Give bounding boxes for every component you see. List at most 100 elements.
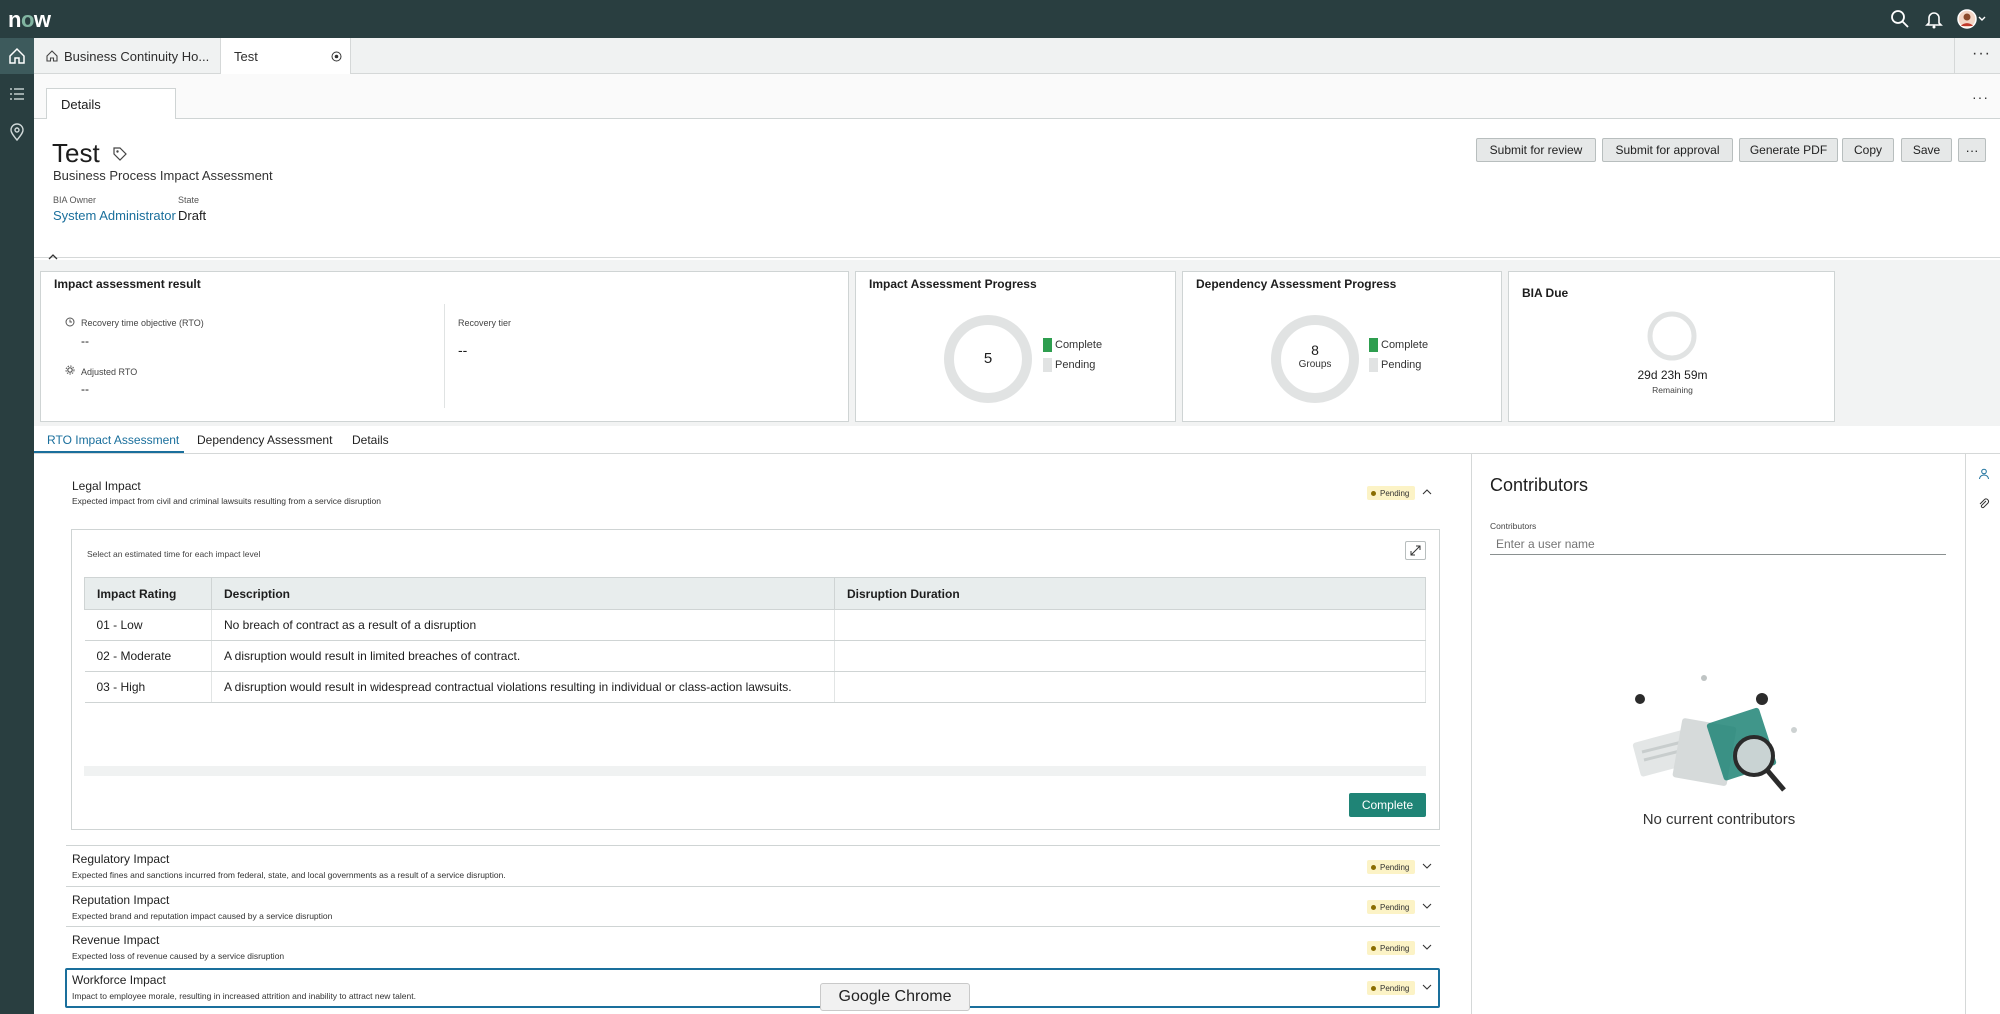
workforce-impact-desc: Impact to employee morale, resulting in …	[72, 991, 416, 1001]
cell-rating: 03 - High	[84, 671, 212, 703]
reputation-impact-title[interactable]: Reputation Impact	[72, 893, 169, 907]
more-tabs-icon[interactable]: ···	[1972, 45, 1991, 63]
donut-center-value: 8	[1311, 342, 1319, 358]
regulatory-impact-desc: Expected fines and sanctions incurred fr…	[72, 870, 506, 880]
person-icon[interactable]	[1978, 468, 1990, 480]
cell-duration[interactable]	[834, 640, 1426, 672]
dependency-progress-card: Dependency Assessment Progress 8 Groups …	[1182, 271, 1502, 422]
tab-dependency-assessment[interactable]: Dependency Assessment	[197, 433, 332, 447]
chevron-down-icon[interactable]	[1421, 941, 1433, 953]
rto-label: Recovery time objective (RTO)	[81, 318, 204, 328]
status-badge: Pending	[1367, 900, 1415, 914]
state-label: State	[178, 195, 200, 205]
chevron-up-icon[interactable]	[1421, 486, 1433, 498]
reputation-impact-desc: Expected brand and reputation impact cau…	[72, 911, 333, 921]
record-type: Business Process Impact Assessment	[53, 168, 273, 183]
list-icon[interactable]	[0, 76, 34, 112]
owner-link[interactable]: System Administrator	[53, 208, 176, 223]
donut-center-sub: Groups	[1298, 359, 1332, 370]
legend-pending: Pending	[1381, 359, 1422, 371]
attachment-icon[interactable]	[1978, 498, 1990, 510]
form-more-icon[interactable]: ···	[1972, 89, 1989, 105]
tag-icon[interactable]	[113, 147, 127, 161]
tab-rto-impact-assessment[interactable]: RTO Impact Assessment	[47, 433, 179, 447]
location-pin-icon[interactable]	[0, 114, 34, 150]
tab-label: Business Continuity Ho...	[64, 48, 210, 64]
card-title: Impact Assessment Progress	[869, 277, 1037, 291]
home-small-icon	[46, 50, 58, 62]
avatar[interactable]	[1957, 9, 1987, 29]
table-row: 01 - Low No breach of contract as a resu…	[84, 609, 1426, 641]
copy-button[interactable]: Copy	[1842, 138, 1894, 162]
cell-duration[interactable]	[834, 671, 1426, 703]
legal-impact-desc: Expected impact from civil and criminal …	[72, 496, 381, 506]
tab-business-continuity[interactable]: Business Continuity Ho...	[34, 38, 221, 74]
card-title: BIA Due	[1522, 286, 1569, 300]
divider	[66, 845, 1440, 846]
tab-label: Test	[234, 48, 258, 64]
bell-icon[interactable]	[1924, 9, 1944, 29]
cell-rating: 01 - Low	[84, 609, 212, 641]
adjusted-rto-label: Adjusted RTO	[81, 367, 138, 377]
countdown-ring	[1647, 311, 1697, 361]
card-title: Dependency Assessment Progress	[1196, 277, 1397, 291]
rto-value: --	[81, 334, 89, 348]
now-logo[interactable]: now	[8, 7, 51, 33]
legend-pending-swatch	[1043, 358, 1052, 372]
left-nav-rail	[0, 38, 34, 1014]
workspace-tab-bar: Business Continuity Ho... Test ···	[34, 38, 2000, 74]
header-divider	[34, 257, 2000, 258]
submit-for-review-button[interactable]: Submit for review	[1476, 138, 1596, 162]
empty-state-text: No current contributors	[1642, 811, 1796, 828]
card-title: Impact assessment result	[54, 277, 201, 291]
home-icon[interactable]	[0, 38, 34, 74]
workforce-impact-row[interactable]	[65, 968, 1440, 1008]
cell-duration[interactable]	[834, 609, 1426, 641]
empty-state-illustration	[1632, 675, 1797, 792]
more-actions-button[interactable]: ···	[1958, 138, 1986, 162]
tab-details-lower[interactable]: Details	[352, 433, 389, 447]
search-icon[interactable]	[1890, 9, 1910, 29]
divider	[444, 304, 445, 408]
scroll-track[interactable]	[84, 766, 1426, 776]
recovery-tier-value: --	[458, 342, 468, 358]
revenue-impact-title[interactable]: Revenue Impact	[72, 933, 159, 947]
generate-pdf-button[interactable]: Generate PDF	[1739, 138, 1838, 162]
clock-icon	[65, 317, 75, 327]
due-remaining-label: Remaining	[1652, 385, 1693, 395]
impact-result-card: Impact assessment result Recovery time o…	[40, 271, 849, 422]
divider	[66, 886, 1440, 887]
submit-for-approval-button[interactable]: Submit for approval	[1602, 138, 1733, 162]
legend-complete-swatch	[1043, 338, 1052, 352]
tab-details[interactable]: Details	[46, 88, 176, 119]
contributors-search-input[interactable]	[1490, 533, 1946, 555]
page-title: Test	[52, 138, 100, 168]
tab-test[interactable]: Test	[221, 38, 351, 74]
due-remaining-value: 29d 23h 59m	[1637, 368, 1708, 382]
donut-center-value: 5	[983, 350, 993, 367]
expand-icon[interactable]	[1405, 541, 1426, 560]
col-impact-rating: Impact Rating	[84, 577, 212, 610]
regulatory-impact-title[interactable]: Regulatory Impact	[72, 852, 169, 866]
top-header: now	[0, 0, 2000, 38]
legal-impact-title[interactable]: Legal Impact	[72, 479, 141, 493]
table-instruction: Select an estimated time for each impact…	[87, 549, 261, 559]
cell-description: A disruption would result in limited bre…	[211, 640, 835, 672]
table-row: 02 - Moderate A disruption would result …	[84, 640, 1426, 672]
form-tab-row: Details ···	[34, 74, 2000, 119]
chevron-down-icon[interactable]	[1421, 860, 1433, 872]
gear-icon	[65, 365, 75, 375]
save-button[interactable]: Save	[1901, 138, 1952, 162]
impact-progress-card: Impact Assessment Progress 5 Complete Pe…	[855, 271, 1176, 422]
chevron-down-icon[interactable]	[1421, 981, 1433, 993]
workforce-impact-title[interactable]: Workforce Impact	[72, 973, 166, 987]
impact-rating-table: Impact Rating Description Disruption Dur…	[84, 577, 1426, 703]
legend-complete-swatch	[1369, 338, 1378, 352]
divider	[66, 926, 1440, 927]
legend-pending-swatch	[1369, 358, 1378, 372]
complete-button[interactable]: Complete	[1349, 793, 1426, 817]
chevron-down-icon[interactable]	[1421, 900, 1433, 912]
close-tab-icon[interactable]	[331, 51, 342, 62]
legend-complete: Complete	[1381, 339, 1429, 351]
contributors-title: Contributors	[1490, 475, 1589, 495]
